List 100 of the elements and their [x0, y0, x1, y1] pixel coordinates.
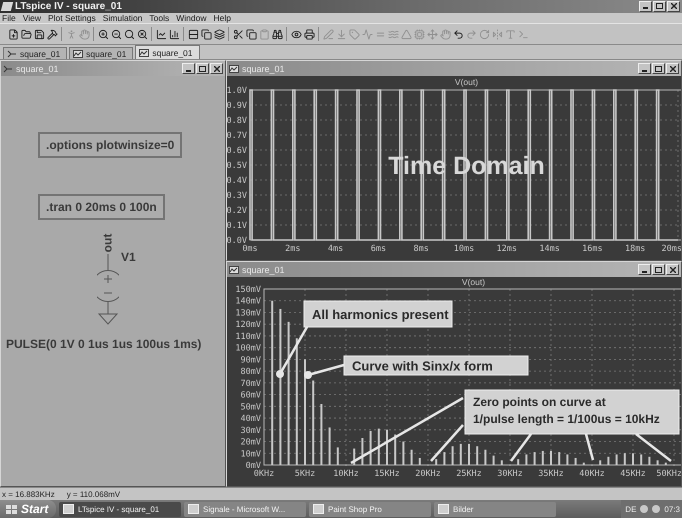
axis-label: 5KHz	[294, 469, 316, 480]
magnifier-icon[interactable]	[123, 27, 135, 42]
document-tab[interactable]: square_01	[3, 47, 68, 60]
callout-label: All harmonics present	[304, 300, 452, 328]
axis-label: 10ms	[454, 244, 474, 254]
close-icon[interactable]	[210, 63, 223, 74]
axis-label: 0ms	[242, 244, 258, 254]
folder-icon[interactable]	[20, 27, 32, 42]
spectrum-bar	[484, 450, 486, 466]
window-title: LTspice IV - square_01	[2, 0, 122, 12]
menu-item[interactable]: Window	[176, 12, 206, 23]
copy-icon[interactable]	[245, 27, 257, 42]
axis-label: 0.7V	[227, 131, 247, 142]
cascade-windows-icon[interactable]	[200, 27, 212, 42]
new-file-icon[interactable]	[7, 27, 19, 42]
spectrum-bar	[582, 463, 585, 466]
menu-item[interactable]: File	[2, 12, 16, 23]
axis-label: 12ms	[496, 244, 518, 254]
menu-item[interactable]: Tools	[149, 12, 170, 23]
axis-label: 16ms	[582, 244, 603, 254]
clock: 07:3	[664, 504, 680, 514]
spectrum-bar	[664, 463, 667, 466]
save-icon[interactable]	[33, 27, 45, 42]
net-label[interactable]: out	[100, 234, 114, 253]
maximize-icon[interactable]	[652, 264, 665, 276]
maximize-icon[interactable]	[196, 63, 209, 74]
document-tab[interactable]: square_01	[135, 45, 200, 60]
minimize-icon[interactable]	[182, 63, 195, 74]
zoom-out-icon[interactable]	[110, 27, 122, 42]
spectrum-bar	[607, 457, 610, 466]
axis-label: 0KHz	[254, 469, 274, 480]
spice-directive[interactable]: .tran 0 20ms 0 100n	[38, 194, 165, 220]
scissors-icon[interactable]	[232, 27, 244, 42]
axis-label: 30KHz	[497, 469, 523, 480]
spectrum-bar	[361, 438, 364, 466]
axis-label: 0.6V	[227, 146, 247, 156]
leader-line	[635, 433, 672, 462]
axis-label: 40KHz	[579, 469, 605, 480]
spectrum-bar	[435, 459, 438, 466]
hammer-icon[interactable]	[46, 27, 58, 42]
spectrum-bar	[574, 458, 577, 466]
printer-icon[interactable]	[303, 27, 315, 42]
axis-label: 60mV	[240, 390, 261, 401]
maximize-icon[interactable]	[653, 0, 666, 12]
spectrum-bar	[566, 454, 568, 466]
axis-label: 20ms	[662, 244, 681, 254]
language-indicator[interactable]: DE	[625, 504, 636, 514]
bar-chart-icon[interactable]	[168, 27, 180, 42]
spectrum-bar	[476, 446, 478, 466]
axis-label: 4ms	[328, 244, 344, 254]
minimize-icon[interactable]	[638, 264, 651, 276]
window-icon	[313, 504, 324, 514]
document-tab[interactable]: square_01	[69, 47, 134, 60]
axis-label: 0.9V	[227, 101, 247, 112]
plot-icon	[73, 50, 84, 58]
window-icon	[63, 504, 74, 514]
axis-label: 90mV	[240, 356, 261, 366]
minimize-icon[interactable]	[639, 0, 652, 12]
close-icon[interactable]	[666, 264, 679, 276]
line-chart-icon[interactable]	[155, 27, 167, 42]
callout-label: Zero points on curve at 1/pulse length = 1/100us = 10kHz	[464, 390, 680, 435]
plot-title: V(out)	[462, 277, 486, 288]
axis-label: 110mV	[235, 332, 261, 342]
taskbar-item[interactable]: LTspice IV - square_01	[59, 502, 181, 516]
spectrum-bar	[394, 434, 396, 466]
menu-item[interactable]: View	[22, 12, 41, 23]
magnifier-cross-icon[interactable]	[136, 27, 148, 42]
spectrum-bar	[492, 456, 495, 466]
close-icon[interactable]	[666, 63, 679, 74]
tile-windows-icon[interactable]	[187, 27, 199, 42]
minimize-icon[interactable]	[638, 63, 651, 74]
leader-line	[510, 434, 532, 462]
spectrum-bar	[525, 454, 528, 466]
plot-icon	[229, 64, 239, 73]
flag-icon	[6, 504, 17, 514]
axis-label: 50mV	[240, 402, 261, 413]
axis-label: 0.3V	[227, 191, 247, 202]
axis-label: 8ms	[414, 244, 429, 254]
spice-directive[interactable]: .options plotwinsize=0	[38, 132, 182, 158]
axis-label: 0.8V	[227, 116, 247, 126]
axis-label: 0.1V	[227, 221, 247, 232]
component-name[interactable]: V1	[121, 250, 136, 264]
menu-item[interactable]: Simulation	[102, 12, 142, 23]
axis-label: 14ms	[539, 244, 560, 254]
cursor-y-readout: y = 110.068mV	[66, 490, 120, 499]
axis-label: 18ms	[624, 244, 646, 254]
maximize-icon[interactable]	[652, 63, 665, 74]
layers-icon[interactable]	[213, 27, 225, 42]
menu-item[interactable]: Help	[213, 12, 231, 23]
close-icon[interactable]	[667, 0, 680, 12]
plot-icon	[139, 48, 150, 57]
component-value[interactable]: PULSE(0 1V 0 1us 1us 100us 1ms)	[6, 337, 202, 352]
menu-item[interactable]: Plot Settings	[48, 12, 96, 23]
axis-label: 2ms	[285, 244, 300, 254]
start-button[interactable]: Start	[0, 500, 56, 518]
binoculars-icon[interactable]	[271, 27, 283, 42]
axis-label: 6ms	[370, 244, 386, 254]
zoom-in-icon[interactable]	[97, 27, 109, 42]
spectrum-bar	[648, 457, 650, 466]
plot-title: V(out)	[454, 77, 478, 88]
